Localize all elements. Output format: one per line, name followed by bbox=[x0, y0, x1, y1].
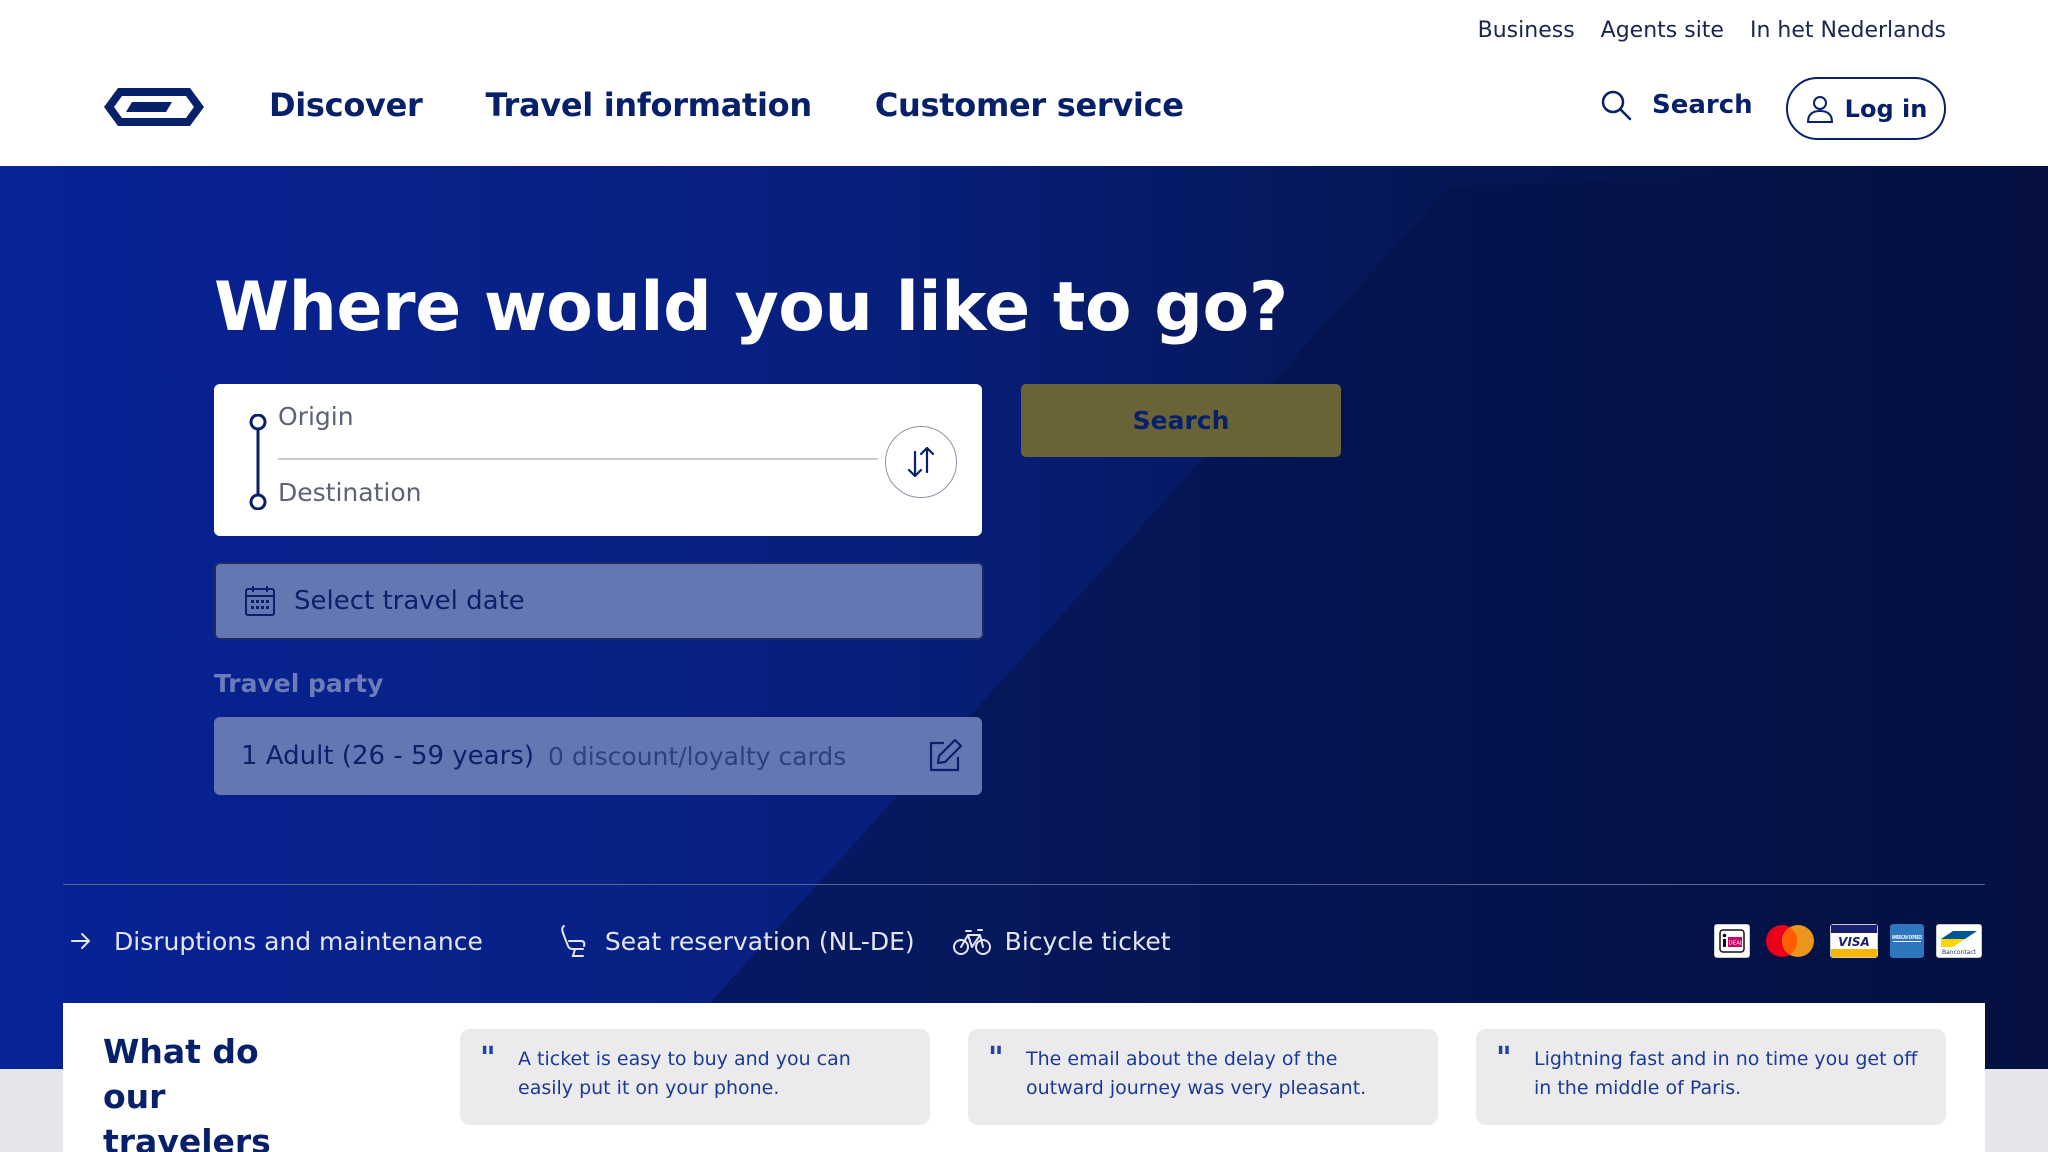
origin-input[interactable]: Origin bbox=[278, 402, 354, 431]
quick-links: Disruptions and maintenance Seat reserva… bbox=[70, 924, 1171, 958]
review-card[interactable]: " The email about the delay of the outwa… bbox=[968, 1029, 1438, 1125]
travel-party-heading: Travel party bbox=[214, 669, 384, 698]
utility-link-language[interactable]: In het Nederlands bbox=[1750, 18, 1946, 43]
ideal-logo: iDEAL bbox=[1719, 929, 1745, 953]
bicycle-icon bbox=[952, 929, 991, 955]
login-button[interactable]: Log in bbox=[1786, 77, 1946, 140]
main-nav: Discover Travel information Customer ser… bbox=[269, 86, 1184, 124]
review-card[interactable]: " Lightning fast and in no time you get … bbox=[1476, 1029, 1946, 1125]
review-text: The email about the delay of the outward… bbox=[1026, 1048, 1367, 1099]
travel-party-adult: 1 Adult (26 - 59 years) bbox=[241, 741, 534, 771]
nav-travel-information[interactable]: Travel information bbox=[485, 86, 812, 124]
bancontact-icon: Bancontact bbox=[1936, 924, 1982, 958]
quote-icon: " bbox=[480, 1041, 496, 1076]
calendar-icon bbox=[245, 586, 275, 616]
seat-icon bbox=[561, 925, 586, 957]
utility-link-business[interactable]: Business bbox=[1478, 18, 1575, 43]
review-text: A ticket is easy to buy and you can easi… bbox=[518, 1048, 851, 1099]
travel-date-field[interactable]: Select travel date bbox=[214, 562, 984, 640]
amex-icon: AMERICAN EXPRESS bbox=[1890, 924, 1924, 958]
header-search-button[interactable]: Search bbox=[1600, 89, 1753, 121]
travel-party-cards: 0 discount/loyalty cards bbox=[547, 741, 847, 771]
ideal-icon: iDEAL bbox=[1714, 924, 1750, 958]
login-label: Log in bbox=[1844, 94, 1928, 123]
quote-icon: " bbox=[1496, 1041, 1512, 1076]
review-card[interactable]: " A ticket is easy to buy and you can ea… bbox=[460, 1029, 930, 1125]
travel-date-label: Select travel date bbox=[294, 586, 525, 616]
travel-party-field[interactable]: 1 Adult (26 - 59 years) 0 discount/loyal… bbox=[214, 717, 982, 795]
route-line-icon bbox=[249, 414, 267, 510]
quick-link-seat-reservation-label: Seat reservation (NL-DE) bbox=[604, 926, 915, 956]
quick-link-bicycle-ticket-label: Bicycle ticket bbox=[1004, 926, 1171, 956]
amex-wordmark: AMERICAN EXPRESS bbox=[1892, 935, 1922, 941]
user-icon bbox=[1806, 95, 1833, 123]
mastercard-icon bbox=[1762, 924, 1818, 958]
search-icon bbox=[1601, 90, 1632, 121]
amex-logo: AMERICAN EXPRESS bbox=[1892, 935, 1922, 942]
visa-logo: VISA bbox=[1831, 925, 1877, 957]
site-header: Business Agents site In het Nederlands D… bbox=[0, 0, 2048, 166]
utility-link-agents-site[interactable]: Agents site bbox=[1601, 18, 1724, 43]
arrow-right-icon bbox=[71, 933, 90, 949]
nav-discover[interactable]: Discover bbox=[269, 86, 423, 124]
review-text: Lightning fast and in no time you get of… bbox=[1534, 1048, 1918, 1099]
hero-title: Where would you like to go? bbox=[214, 268, 1288, 347]
ns-logo-icon[interactable] bbox=[102, 84, 206, 130]
origin-destination-divider bbox=[278, 458, 878, 460]
quick-link-disruptions-label: Disruptions and maintenance bbox=[114, 926, 483, 956]
reviews-title: What do our travelers say bbox=[103, 1032, 271, 1152]
mastercard-logo bbox=[1766, 925, 1814, 957]
utility-nav: Business Agents site In het Nederlands bbox=[1478, 18, 1946, 43]
quote-icon: " bbox=[988, 1041, 1004, 1076]
hero-divider bbox=[63, 884, 1985, 885]
quick-link-bicycle-ticket[interactable]: Bicycle ticket bbox=[952, 926, 1171, 956]
visa-icon: VISA bbox=[1830, 924, 1878, 958]
reviews-section: What do our travelers say " A ticket is … bbox=[63, 1003, 1985, 1152]
bancontact-wordmark: Bancontact bbox=[1942, 949, 1977, 956]
swap-origin-destination-button[interactable] bbox=[885, 426, 957, 498]
nav-customer-service[interactable]: Customer service bbox=[875, 86, 1184, 124]
visa-wordmark: VISA bbox=[1838, 935, 1870, 949]
origin-destination-card: Origin Destination bbox=[214, 384, 982, 536]
bancontact-logo: Bancontact bbox=[1941, 931, 1977, 956]
ideal-wordmark: iDEAL bbox=[1727, 941, 1744, 947]
quick-link-seat-reservation[interactable]: Seat reservation (NL-DE) bbox=[559, 924, 915, 958]
destination-input[interactable]: Destination bbox=[278, 478, 421, 507]
edit-icon[interactable] bbox=[926, 737, 964, 775]
quick-link-disruptions[interactable]: Disruptions and maintenance bbox=[70, 927, 483, 956]
swap-arrows-icon bbox=[907, 446, 935, 478]
header-search-label: Search bbox=[1652, 90, 1753, 120]
hero-section: Where would you like to go? Origin Desti… bbox=[0, 166, 2048, 1069]
journey-search-button[interactable]: Search bbox=[1021, 384, 1341, 457]
payment-methods: iDEAL VISA AMERICAN EXPRESS Bancontact bbox=[1714, 924, 1982, 958]
